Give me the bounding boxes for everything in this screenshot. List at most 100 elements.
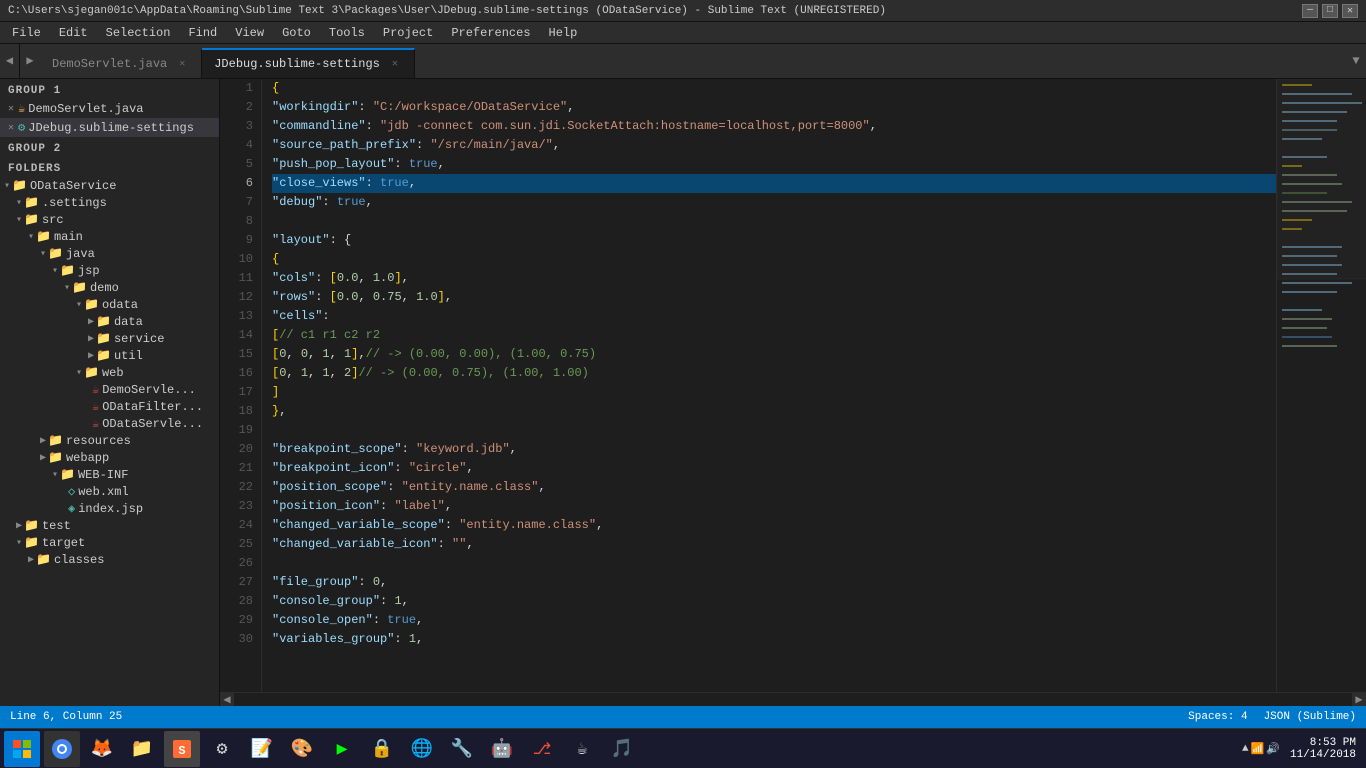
code-line-28: "console_group": 1, <box>272 592 1276 611</box>
settings-taskbar-btn[interactable]: ⚙ <box>204 731 240 767</box>
code-container: 1 2 3 4 5 6 7 8 9 10 11 12 13 14 15 16 1 <box>220 79 1366 692</box>
menu-item-tools[interactable]: Tools <box>321 24 373 42</box>
tools-icon: 🔧 <box>451 738 473 760</box>
sidebar-file-label-demoservlet: DemoServlet.java <box>28 102 143 116</box>
tray-arrow[interactable]: ▲ <box>1242 743 1249 755</box>
terminal-taskbar-btn[interactable]: ▶ <box>324 731 360 767</box>
code-line-15: [0, 0, 1, 1], // -> (0.00, 0.00), (1.00,… <box>272 345 1276 364</box>
tree-util[interactable]: ▶ 📁 util <box>0 347 219 364</box>
network-taskbar-btn[interactable]: 🌐 <box>404 731 440 767</box>
tree-src[interactable]: ▾ 📁 src <box>0 211 219 228</box>
spaces-indicator[interactable]: Spaces: 4 <box>1188 711 1247 723</box>
tree-label-webxml: web.xml <box>78 485 128 499</box>
tree-resources[interactable]: ▶ 📁 resources <box>0 432 219 449</box>
jsp-icon-indexjsp: ◈ <box>68 501 75 516</box>
tree-target[interactable]: ▾ 📁 target <box>0 534 219 551</box>
status-bar: Line 6, Column 25 Spaces: 4 JSON (Sublim… <box>0 706 1366 728</box>
syntax-indicator[interactable]: JSON (Sublime) <box>1264 711 1356 723</box>
tab-nav-right[interactable]: ▶ <box>20 44 40 78</box>
scroll-left-arrow[interactable]: ◀ <box>220 693 234 707</box>
menu-item-find[interactable]: Find <box>180 24 225 42</box>
tab-close-jdebug[interactable]: ✕ <box>388 57 402 71</box>
tree-odata[interactable]: ▾ 📁 odata <box>0 296 219 313</box>
firefox-taskbar-btn[interactable]: 🦊 <box>84 731 120 767</box>
scroll-right-arrow[interactable]: ▶ <box>1352 693 1366 707</box>
group2-label: GROUP 2 <box>0 137 219 157</box>
line-num-19: 19 <box>220 421 253 440</box>
arrow-webapp: ▶ <box>40 452 46 464</box>
java-taskbar-btn[interactable]: ☕ <box>564 731 600 767</box>
java-icon-1: ☕ <box>18 101 25 116</box>
menu-item-goto[interactable]: Goto <box>274 24 319 42</box>
sublime-taskbar-btn[interactable]: S <box>164 731 200 767</box>
git-taskbar-btn[interactable]: ⎇ <box>524 731 560 767</box>
tree-webinf[interactable]: ▾ 📁 WEB-INF <box>0 466 219 483</box>
code-line-23: "position_icon": "label", <box>272 497 1276 516</box>
menu-item-file[interactable]: File <box>4 24 49 42</box>
tab-overflow[interactable]: ▼ <box>1346 44 1366 78</box>
close-x-demoservlet[interactable]: ✕ <box>8 103 14 115</box>
folder-taskbar-btn[interactable]: 📁 <box>124 731 160 767</box>
maximize-button[interactable]: □ <box>1322 4 1338 18</box>
tree-indexjsp[interactable]: ◈ index.jsp <box>0 500 219 517</box>
folder-icon-target: 📁 <box>24 535 39 550</box>
system-clock[interactable]: 8:53 PM 11/14/2018 <box>1284 737 1362 761</box>
horizontal-scrollbar[interactable]: ◀ ▶ <box>220 692 1366 706</box>
tree-test[interactable]: ▶ 📁 test <box>0 517 219 534</box>
tools-taskbar-btn[interactable]: 🔧 <box>444 731 480 767</box>
main-layout: GROUP 1 ✕ ☕ DemoServlet.java ✕ ⚙ JDebug.… <box>0 79 1366 706</box>
paint-taskbar-btn[interactable]: 🎨 <box>284 731 320 767</box>
menu-item-preferences[interactable]: Preferences <box>443 24 538 42</box>
tab-nav-left[interactable]: ◀ <box>0 44 20 78</box>
tree-webapp[interactable]: ▶ 📁 webapp <box>0 449 219 466</box>
menu-item-edit[interactable]: Edit <box>51 24 96 42</box>
line-numbers: 1 2 3 4 5 6 7 8 9 10 11 12 13 14 15 16 1 <box>220 79 262 692</box>
folder-icon-web: 📁 <box>84 365 99 380</box>
tree-java[interactable]: ▾ 📁 java <box>0 245 219 262</box>
tab-jdebug[interactable]: JDebug.sublime-settings ✕ <box>202 48 415 78</box>
menu-item-selection[interactable]: Selection <box>98 24 179 42</box>
tree-web[interactable]: ▾ 📁 web <box>0 364 219 381</box>
notes-taskbar-btn[interactable]: 📝 <box>244 731 280 767</box>
tree-service[interactable]: ▶ 📁 service <box>0 330 219 347</box>
tree-demoservle[interactable]: ☕ DemoServle... <box>0 381 219 398</box>
tree-label-odata: odata <box>102 298 138 312</box>
tree-webxml[interactable]: ◇ web.xml <box>0 483 219 500</box>
scroll-track-h[interactable] <box>234 693 1352 707</box>
close-button[interactable]: ✕ <box>1342 4 1358 18</box>
menu-item-help[interactable]: Help <box>541 24 586 42</box>
tree-odatafilter[interactable]: ☕ ODataFilter... <box>0 398 219 415</box>
menu-item-project[interactable]: Project <box>375 24 441 42</box>
tab-close-demoservlet[interactable]: ✕ <box>175 57 189 71</box>
close-x-jdebug[interactable]: ✕ <box>8 122 14 134</box>
tree-label-demoservle: DemoServle... <box>102 383 196 397</box>
network-icon: 🌐 <box>411 738 433 760</box>
security-taskbar-btn[interactable]: 🔒 <box>364 731 400 767</box>
code-line-22: "position_scope": "entity.name.class", <box>272 478 1276 497</box>
sublime-icon: S <box>171 738 193 760</box>
folder-icon-odataservice: 📁 <box>12 178 27 193</box>
code-line-20: "breakpoint_scope": "keyword.jdb", <box>272 440 1276 459</box>
menu-item-view[interactable]: View <box>227 24 272 42</box>
tree-odataservice[interactable]: ▾ 📁 ODataService <box>0 177 219 194</box>
tree-jsp[interactable]: ▾ 📁 jsp <box>0 262 219 279</box>
chrome-taskbar-btn[interactable] <box>44 731 80 767</box>
sidebar-file-jdebug[interactable]: ✕ ⚙ JDebug.sublime-settings <box>0 118 219 137</box>
tree-data[interactable]: ▶ 📁 data <box>0 313 219 330</box>
tree-main[interactable]: ▾ 📁 main <box>0 228 219 245</box>
volume-tray-icon: 🔊 <box>1266 742 1280 756</box>
tree-demo[interactable]: ▾ 📁 demo <box>0 279 219 296</box>
start-button[interactable] <box>4 731 40 767</box>
folder-icon-odata: 📁 <box>84 297 99 312</box>
tree-odataservle[interactable]: ☕ ODataServle... <box>0 415 219 432</box>
minimize-button[interactable]: — <box>1302 4 1318 18</box>
media-taskbar-btn[interactable]: 🎵 <box>604 731 640 767</box>
sidebar-file-demoservlet[interactable]: ✕ ☕ DemoServlet.java <box>0 99 219 118</box>
android-taskbar-btn[interactable]: 🤖 <box>484 731 520 767</box>
tree-settings[interactable]: ▾ 📁 .settings <box>0 194 219 211</box>
tree-classes[interactable]: ▶ 📁 classes <box>0 551 219 568</box>
code-editor[interactable]: { "workingdir": "C:/workspace/ODataServi… <box>262 79 1276 692</box>
code-line-24: "changed_variable_scope": "entity.name.c… <box>272 516 1276 535</box>
code-line-19 <box>272 421 1276 440</box>
tab-demoservlet[interactable]: DemoServlet.java ✕ <box>40 48 202 78</box>
